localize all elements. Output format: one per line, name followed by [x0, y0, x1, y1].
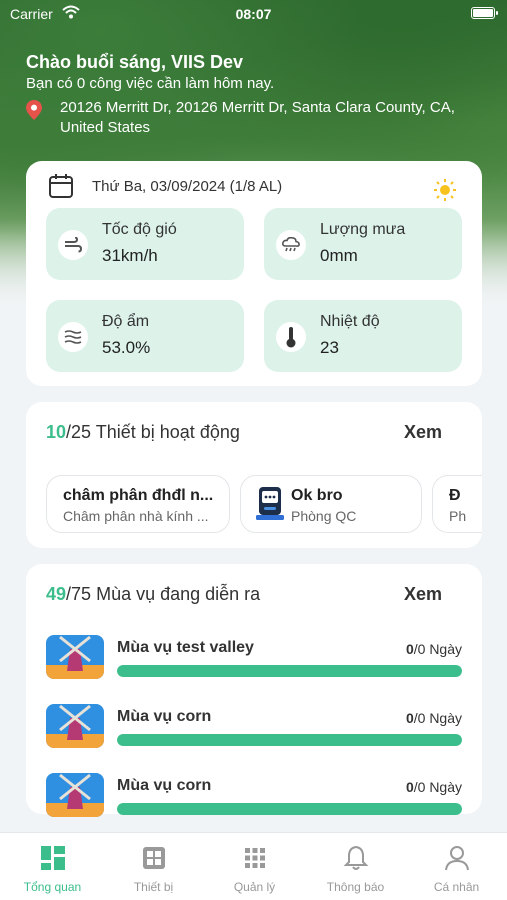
device-name: Ok bro [291, 487, 343, 504]
sun-icon [434, 179, 456, 201]
humidity-value: 53.0% [102, 338, 151, 357]
view-devices-button[interactable]: Xem [404, 422, 442, 443]
humidity-label: Độ ẩm [102, 313, 150, 330]
device-name: châm phân đhđl n... [63, 487, 214, 504]
temperature-label: Nhiệt độ [320, 313, 380, 330]
season-days: 0/0 Ngày [405, 641, 462, 657]
season-progress-fill [117, 665, 462, 677]
season-name: Mùa vụ corn [117, 708, 212, 725]
total-season-count: /75 [66, 584, 92, 604]
tab-label: Cá nhân [433, 880, 480, 894]
user-icon [445, 846, 469, 871]
season-progress-bar [117, 734, 462, 746]
windmill-thumbnail [46, 773, 104, 817]
windmill-thumbnail [46, 635, 104, 679]
tab-label: Thông báo [326, 880, 385, 894]
devices-title: 10/25 Thiết bị hoạt động [46, 422, 240, 443]
rainfall-label: Lượng mưa [320, 221, 406, 238]
apps-grid-icon [245, 848, 265, 868]
battery-icon [471, 7, 498, 19]
thermometer-icon [276, 322, 306, 352]
task-summary: Bạn có 0 công việc cần làm hôm nay. [26, 75, 275, 92]
active-season-count: 49 [46, 584, 67, 604]
season-days: 0/0 Ngày [405, 779, 462, 795]
tab-devices[interactable]: Thiết bị [103, 833, 204, 900]
device-grid-icon [143, 847, 165, 869]
rainfall-tile: Lượng mưa 0mm [264, 208, 462, 280]
device-chip[interactable]: châm phân đhđl n... Châm phân nhà kính .… [46, 475, 230, 533]
wind-speed-tile: Tốc độ gió 31km/h [46, 208, 244, 280]
devices-card: 10/25 Thiết bị hoạt động Xem châm phân đ… [26, 402, 482, 548]
season-name: Mùa vụ test valley [117, 639, 254, 656]
devices-title-text: Thiết bị hoạt động [95, 422, 240, 442]
calendar-icon [49, 174, 73, 198]
device-name: Đ [449, 487, 461, 504]
tab-label: Quản lý [233, 880, 276, 894]
address-text: 20126 Merritt Dr, 20126 Merritt Dr, Sant… [60, 99, 455, 136]
view-seasons-button[interactable]: Xem [404, 584, 442, 605]
location-pin-icon [26, 100, 42, 120]
season-row[interactable]: Mùa vụ corn 0/0 Ngày [46, 704, 462, 754]
temperature-tile: Nhiệt độ 23 [264, 300, 462, 372]
bottom-tab-bar: Tổng quan Thiết bị Quản lý Thông báo Cá … [0, 832, 507, 900]
device-location: Phòng QC [291, 508, 357, 524]
device-location: Ph [449, 508, 467, 524]
device-chip[interactable]: Ok bro Phòng QC [240, 475, 422, 533]
season-progress-bar [117, 803, 462, 815]
season-row[interactable]: Mùa vụ test valley 0/0 Ngày [46, 635, 462, 685]
device-chip[interactable]: Đ Ph [432, 475, 482, 533]
season-progress-fill [117, 734, 462, 746]
greeting: Chào buổi sáng, VIIS Dev [26, 52, 244, 72]
tab-management[interactable]: Quản lý [204, 833, 305, 900]
device-location: Châm phân nhà kính ... [63, 508, 209, 524]
wind-speed-value: 31km/h [102, 246, 158, 265]
wind-speed-label: Tốc độ gió [102, 221, 177, 238]
season-days: 0/0 Ngày [405, 710, 462, 726]
wind-icon [58, 230, 88, 260]
temperature-value: 23 [320, 338, 339, 357]
rainfall-value: 0mm [320, 246, 358, 265]
seasons-title: 49/75 Mùa vụ đang diễn ra [46, 584, 260, 605]
tab-profile[interactable]: Cá nhân [406, 833, 507, 900]
dashboard-icon [41, 846, 65, 870]
weather-card: Thứ Ba, 03/09/2024 (1/8 AL) Tốc độ gió 3… [26, 161, 482, 386]
season-progress-bar [117, 665, 462, 677]
season-progress-fill [117, 803, 462, 815]
active-device-count: 10 [46, 422, 67, 442]
location[interactable]: 20126 Merritt Dr, 20126 Merritt Dr, Sant… [26, 98, 486, 138]
season-name: Mùa vụ corn [117, 777, 212, 794]
humidity-icon [58, 322, 88, 352]
total-device-count: /25 [66, 422, 92, 442]
status-bar: Carrier 08:07 [0, 0, 507, 28]
windmill-thumbnail [46, 704, 104, 748]
tab-notifications[interactable]: Thông báo [305, 833, 406, 900]
device-controller-icon [256, 487, 284, 520]
humidity-tile: Độ ẩm 53.0% [46, 300, 244, 372]
rain-cloud-icon [276, 230, 306, 260]
date-label: Thứ Ba, 03/09/2024 (1/8 AL) [92, 177, 283, 195]
tab-overview[interactable]: Tổng quan [2, 833, 103, 900]
bell-icon [343, 845, 369, 870]
season-row[interactable]: Mùa vụ corn 0/0 Ngày [46, 773, 462, 823]
seasons-title-text: Mùa vụ đang diễn ra [96, 584, 261, 604]
date-row: Thứ Ba, 03/09/2024 (1/8 AL) [48, 173, 282, 199]
seasons-card: 49/75 Mùa vụ đang diễn ra Xem Mùa vụ tes… [26, 564, 482, 817]
tab-label: Tổng quan [23, 880, 82, 894]
clock: 08:07 [235, 6, 272, 22]
tab-label: Thiết bị [133, 880, 174, 894]
